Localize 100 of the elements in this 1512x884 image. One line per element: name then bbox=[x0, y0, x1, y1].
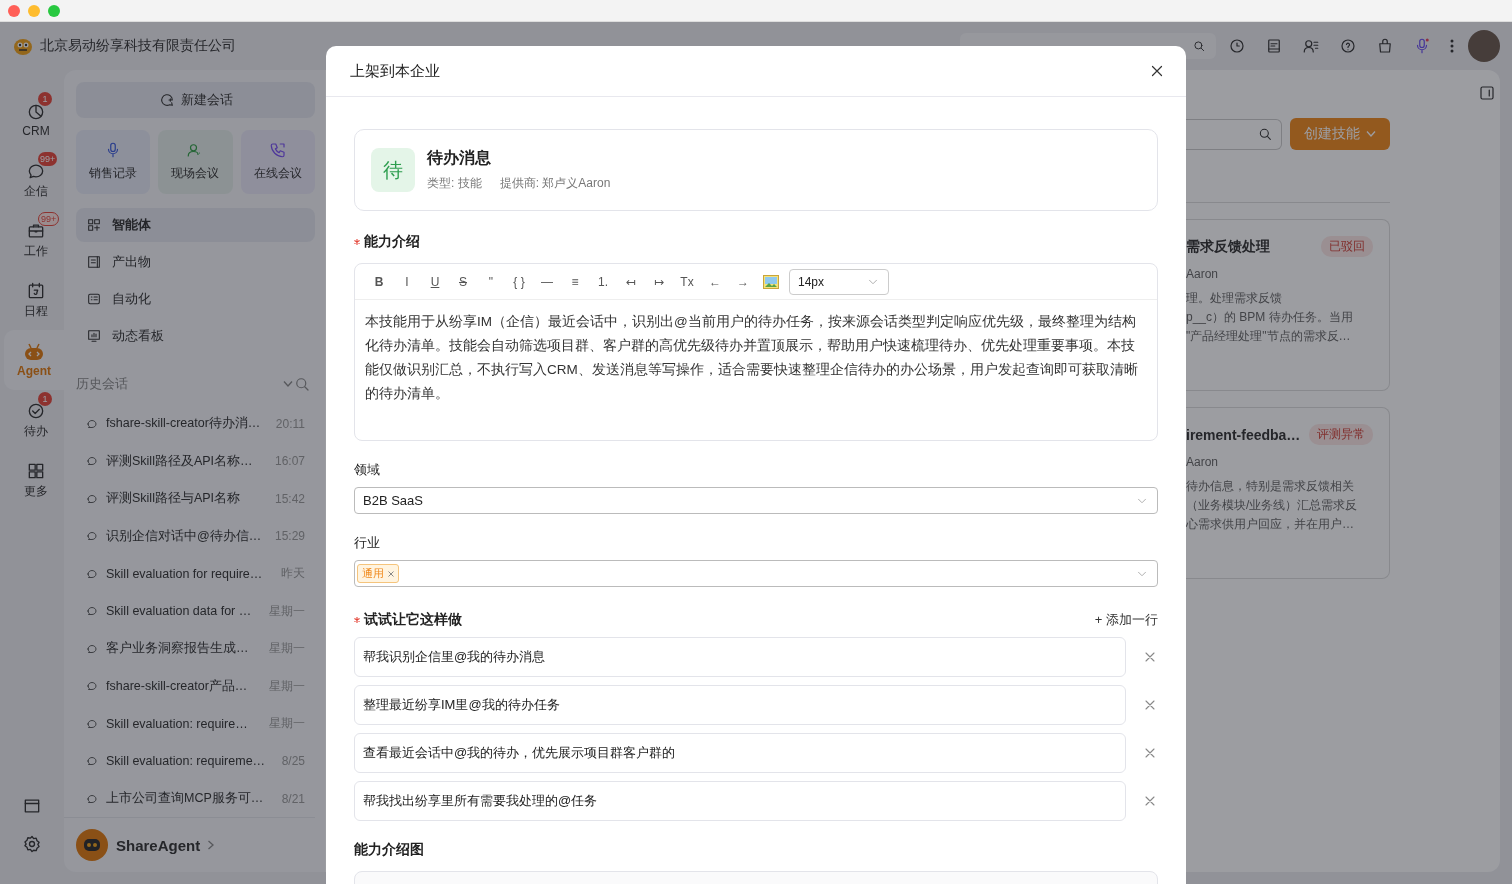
nav-label: 自动化 bbox=[112, 289, 151, 308]
skill-description-line: 心需求供用户回应，并在用户… bbox=[1186, 516, 1355, 533]
nav-item[interactable]: 智能体 bbox=[76, 207, 315, 242]
field-label: 能力介绍图 bbox=[354, 841, 424, 859]
toolbar-button[interactable]: → bbox=[729, 269, 757, 294]
company-name: 北京易动纷享科技有限责任公司 bbox=[40, 37, 236, 55]
new-chat-button[interactable]: 新建会话 bbox=[76, 82, 315, 118]
rail-item[interactable]: 企信 99+ bbox=[8, 150, 64, 210]
skill-author: Aaron bbox=[1186, 455, 1220, 469]
skill-name: 待办消息 bbox=[427, 148, 492, 168]
quick-action-label: 现场会议 bbox=[171, 165, 220, 183]
chat-bubble-icon bbox=[86, 455, 98, 468]
field-label: 领域 bbox=[354, 461, 381, 479]
rail-item[interactable]: 工作 99+ bbox=[8, 210, 64, 270]
toolbar-button[interactable]: " bbox=[477, 269, 505, 294]
nav-label: 产出物 bbox=[112, 252, 151, 271]
toolbar-button[interactable]: ↦ bbox=[645, 269, 673, 294]
new-chat-icon bbox=[158, 91, 175, 108]
nav-label: 动态看板 bbox=[112, 326, 164, 345]
toolbar-button[interactable]: U bbox=[421, 269, 449, 294]
quick-action-icon bbox=[268, 141, 287, 160]
image-icon[interactable] bbox=[763, 274, 779, 289]
rail-item[interactable]: 日程 bbox=[8, 270, 64, 330]
industry-tag: 通用 bbox=[357, 564, 399, 583]
robot-avatar-icon bbox=[76, 829, 108, 862]
nav-item[interactable]: 动态看板 bbox=[76, 318, 315, 353]
toolbar-button[interactable]: 1. bbox=[589, 269, 617, 294]
nav-item[interactable]: 产出物 bbox=[76, 244, 315, 279]
quick-action-label: 销售记录 bbox=[89, 165, 138, 183]
field-label: 试试让它这样做 bbox=[364, 611, 462, 629]
settings-icon bbox=[22, 834, 42, 854]
remove-tag-icon[interactable] bbox=[388, 570, 394, 577]
rail-item[interactable]: 更多 bbox=[8, 450, 64, 510]
chevron-down-icon bbox=[283, 380, 293, 387]
toolbar-button[interactable]: Tx bbox=[673, 269, 701, 294]
badge: 99+ bbox=[38, 152, 58, 166]
nav-icon bbox=[86, 216, 102, 233]
search-icon bbox=[1257, 126, 1273, 142]
badge: 1 bbox=[38, 92, 52, 106]
toolbar-button[interactable]: S bbox=[449, 269, 477, 294]
skill-title: 需求反馈处理 bbox=[1186, 237, 1270, 256]
agent-profile[interactable]: ShareAgent bbox=[64, 817, 315, 872]
prompt-input[interactable]: 整理最近纷享IM里@我的待办任务 bbox=[354, 685, 1126, 725]
nav-icon bbox=[86, 253, 102, 270]
toolbar-button[interactable]: { } bbox=[505, 269, 533, 294]
chevron-down-icon bbox=[1366, 131, 1376, 137]
nav-icon bbox=[86, 327, 102, 344]
rail-icon bbox=[26, 102, 46, 122]
sidebar-toggle-icon bbox=[1478, 84, 1496, 102]
chat-bubble-icon bbox=[86, 492, 98, 505]
skill-description-line: 理。处理需求反馈 bbox=[1186, 290, 1283, 307]
rail-item[interactable]: CRM 1 bbox=[8, 90, 64, 150]
chat-bubble-icon bbox=[86, 642, 98, 655]
help-icon bbox=[1339, 37, 1357, 55]
skill-description-line: "产品经理处理"节点的需求反… bbox=[1186, 328, 1352, 345]
prompt-input[interactable]: 查看最近会话中@我的待办，优先展示项目群客户群的 bbox=[354, 733, 1126, 773]
skill-description-line: p__c）的 BPM 待办任务。当用 bbox=[1186, 309, 1354, 326]
toolbar-button[interactable]: — bbox=[533, 269, 561, 294]
chat-bubble-icon bbox=[86, 605, 98, 618]
status-tag: 评测异常 bbox=[1309, 424, 1373, 445]
close-window-button[interactable] bbox=[8, 4, 20, 17]
prompt-input[interactable]: 帮我找出纷享里所有需要我处理的@任务 bbox=[354, 781, 1126, 821]
contacts-icon bbox=[1302, 37, 1320, 55]
chat-bubble-icon bbox=[86, 792, 98, 805]
chat-bubble-icon bbox=[86, 755, 98, 768]
clock-icon bbox=[1228, 37, 1246, 55]
domain-select[interactable]: B2B SaaS bbox=[354, 487, 1158, 514]
chat-bubble-icon bbox=[86, 680, 98, 693]
rail-label: 待办 bbox=[24, 422, 48, 440]
nav-item[interactable]: 自动化 bbox=[76, 281, 315, 316]
more-icon[interactable] bbox=[1450, 39, 1454, 53]
font-size-select[interactable]: 14px bbox=[789, 268, 889, 295]
chat-bubble-icon bbox=[86, 417, 98, 430]
prompt-input[interactable]: 帮我识别企信里@我的待办消息 bbox=[354, 637, 1126, 677]
rail-label: 更多 bbox=[24, 482, 48, 500]
rail-label: 企信 bbox=[24, 182, 48, 200]
toolbar-button[interactable]: I bbox=[393, 269, 421, 294]
chat-bubble-icon bbox=[86, 530, 98, 543]
rich-text-editor[interactable] bbox=[354, 263, 1158, 441]
toolbar-button[interactable]: ← bbox=[701, 269, 729, 294]
skill-provider: 提供商: 郑卢义Aaron bbox=[499, 175, 611, 192]
skill-avatar: 待 bbox=[371, 148, 415, 192]
toolbar-button[interactable]: ≡ bbox=[561, 269, 589, 294]
add-row-link[interactable]: + 添加一行 bbox=[1094, 611, 1158, 629]
zoom-window-button[interactable] bbox=[48, 4, 60, 17]
chat-bubble-icon bbox=[86, 717, 98, 730]
rail-label: 日程 bbox=[24, 302, 48, 320]
search-icon bbox=[1192, 39, 1206, 53]
toolbar-button[interactable]: B bbox=[365, 269, 393, 294]
rail-icon bbox=[26, 280, 46, 301]
rail-item[interactable]: 待办 1 bbox=[8, 390, 64, 450]
toolbar-button[interactable]: ↤ bbox=[617, 269, 645, 294]
field-label: 行业 bbox=[354, 534, 381, 552]
description-text: 本技能用于从纷享IM（企信）最近会话中，识别出@当前用户的待办任务，按来源会话类型判定响应优先级，最终整理为结构化待办清单。技能会自动筛选项目群、客户群的高优先级待办并置顶展示，帮助用户快速梳理待办、优先处理重要事项。本技能仅做识别汇总，不执行写入CRM、发送消息等写操作，适合需要快速整理企信待办的办公场景，用户发起查询即可获取清晰的待办清单。 bbox=[364, 313, 1139, 403]
rail-label: 工作 bbox=[24, 242, 48, 260]
chevron-right-icon bbox=[208, 840, 215, 851]
modal-title: 上架到本企业 bbox=[350, 61, 440, 81]
user-avatar[interactable] bbox=[1468, 30, 1500, 62]
status-tag: 已驳回 bbox=[1321, 236, 1373, 257]
rail-label: Agent bbox=[17, 364, 51, 378]
